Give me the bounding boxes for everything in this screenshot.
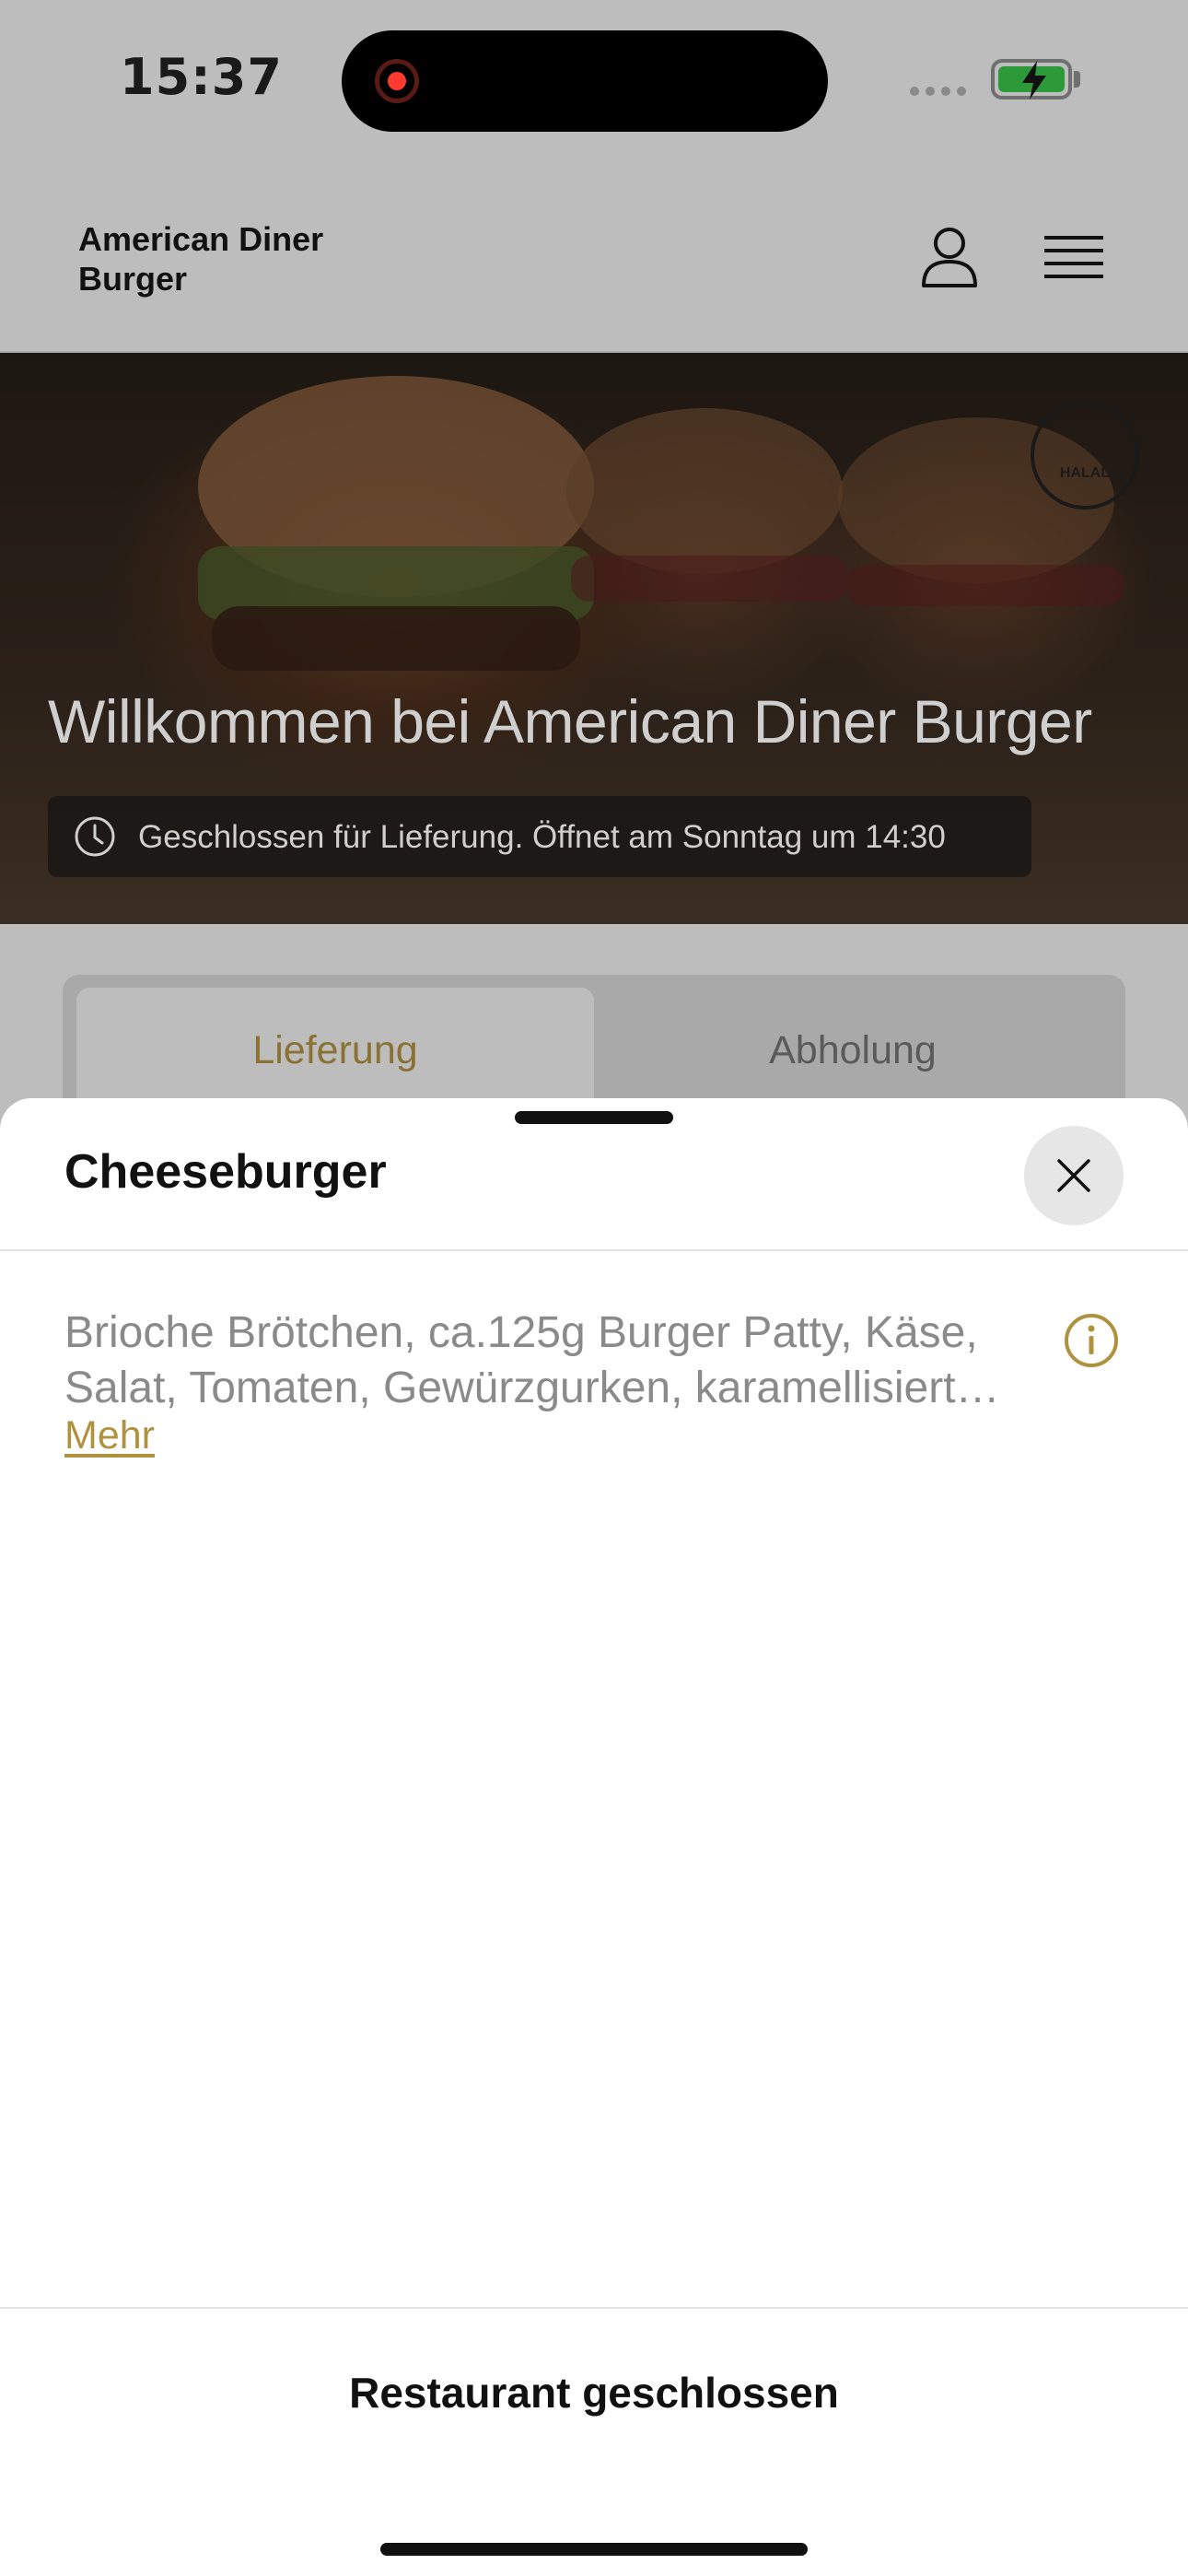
product-detail-sheet: Cheeseburger Brioche Brötchen, ca.125g B… bbox=[0, 1098, 1188, 2576]
welcome-title: Willkommen bei American Diner Burger bbox=[48, 687, 1092, 755]
restaurant-name[interactable]: American Diner Burger bbox=[78, 219, 355, 299]
description-line: Salat, Tomaten, Gewürzgurken, karamellis… bbox=[64, 1364, 1000, 1412]
battery-icon bbox=[991, 59, 1072, 100]
status-time: 15:37 bbox=[120, 48, 283, 106]
more-link[interactable]: Mehr bbox=[64, 1413, 155, 1458]
halal-icon: HALAL bbox=[1031, 401, 1139, 509]
recording-icon bbox=[375, 59, 419, 103]
clock-icon bbox=[75, 816, 115, 857]
close-icon bbox=[1057, 1159, 1090, 1192]
charging-bolt-icon bbox=[1022, 61, 1046, 100]
footer-divider bbox=[0, 2307, 1188, 2309]
menu-button[interactable] bbox=[1044, 234, 1103, 282]
opening-status: Geschlossen für Lieferung. Öffnet am Son… bbox=[48, 796, 1031, 877]
opening-status-text: Geschlossen für Lieferung. Öffnet am Son… bbox=[138, 819, 946, 855]
product-description: Brioche Brötchen, ca.125g Burger Patty, … bbox=[64, 1306, 1059, 1416]
product-title: Cheeseburger bbox=[64, 1145, 387, 1199]
allergen-info-button[interactable] bbox=[1063, 1312, 1120, 1369]
signal-icon bbox=[910, 87, 966, 96]
info-icon bbox=[1065, 1314, 1118, 1367]
status-bar: 15:37 bbox=[0, 0, 1188, 157]
battery-cap bbox=[1074, 71, 1080, 88]
user-account-button[interactable] bbox=[916, 223, 983, 289]
user-icon bbox=[922, 228, 977, 287]
sheet-grabber[interactable] bbox=[515, 1111, 673, 1124]
app-header: American Diner Burger bbox=[0, 157, 1188, 353]
dynamic-island bbox=[342, 30, 828, 132]
description-line: Brioche Brötchen, ca.125g Burger Patty, … bbox=[64, 1308, 978, 1357]
hero-banner: HALAL Willkommen bei American Diner Burg… bbox=[0, 353, 1188, 924]
menu-icon bbox=[1044, 236, 1103, 278]
home-indicator[interactable] bbox=[380, 2543, 808, 2556]
close-button[interactable] bbox=[1024, 1126, 1124, 1225]
sheet-divider bbox=[0, 1249, 1188, 1251]
restaurant-closed-button[interactable]: Restaurant geschlossen bbox=[0, 2368, 1188, 2418]
